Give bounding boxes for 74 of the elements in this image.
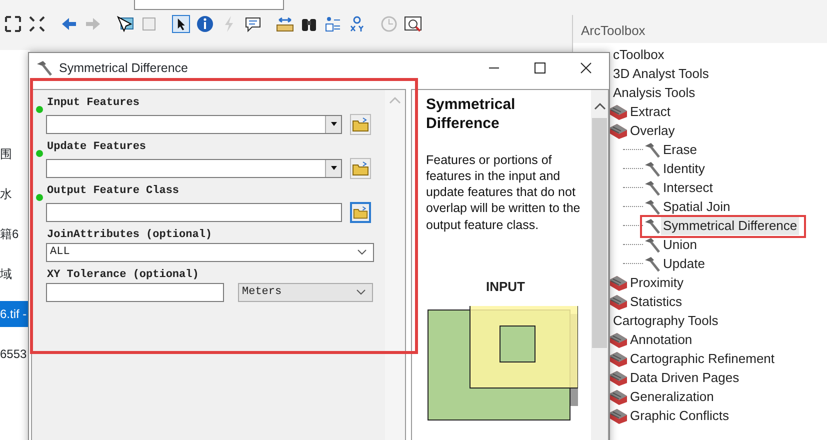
list-item[interactable]: 域 xyxy=(0,254,30,294)
back-arrow-icon[interactable] xyxy=(60,15,78,33)
tree-item[interactable]: Statistics xyxy=(628,292,684,312)
folder-icon xyxy=(352,160,369,176)
dropdown-field[interactable] xyxy=(46,114,342,134)
field-label: JoinAttributes (optional) xyxy=(47,228,212,242)
input-field[interactable] xyxy=(46,202,342,222)
tree-item[interactable]: Graphic Conflicts xyxy=(628,406,731,426)
hammer-icon xyxy=(35,59,53,77)
dropdown-field[interactable]: ALL xyxy=(46,242,374,262)
identify-icon[interactable] xyxy=(196,15,214,33)
tree-item[interactable]: Spatial Join xyxy=(661,196,732,216)
maximize-icon xyxy=(534,62,546,74)
hammer-icon xyxy=(643,140,661,158)
xy-icon[interactable] xyxy=(348,15,366,33)
tree-item[interactable]: Analysis Tools xyxy=(611,82,698,102)
hammer-icon xyxy=(643,216,661,234)
tree-item[interactable]: Identity xyxy=(661,158,707,178)
field-label: Update Features xyxy=(47,140,146,154)
tree-item[interactable]: Symmetrical Difference xyxy=(661,216,800,236)
tree-item[interactable]: Extract xyxy=(628,102,672,122)
tree-item[interactable]: Cartographic Refinement xyxy=(628,348,777,368)
hammer-icon xyxy=(643,254,661,272)
list-item[interactable]: 6553 xyxy=(0,334,30,374)
tree-item[interactable]: Generalization xyxy=(628,386,716,406)
tree-item[interactable]: Erase xyxy=(661,140,699,160)
tree-item[interactable]: Annotation xyxy=(628,330,694,350)
unit-dropdown[interactable]: Meters xyxy=(238,282,373,302)
scrollbar-thumb[interactable] xyxy=(592,118,607,348)
window-title: Symmetrical Difference xyxy=(59,60,188,77)
popup-icon[interactable] xyxy=(244,15,262,33)
tree-item[interactable]: 3D Analyst Tools xyxy=(611,64,711,84)
scroll-up-icon[interactable] xyxy=(594,102,606,110)
list-item[interactable]: 6.tif - xyxy=(0,301,30,327)
list-item[interactable]: 水 xyxy=(0,174,30,214)
chevron-icon xyxy=(356,288,366,296)
hammer-icon xyxy=(643,178,661,196)
help-text: Features or portions of features in the input and update features that do not overlap will be written to the output feature class. xyxy=(426,152,582,233)
folder-icon xyxy=(353,204,368,220)
dropdown-field[interactable] xyxy=(46,158,342,178)
hammer-icon xyxy=(643,160,661,178)
hammer-icon xyxy=(643,198,661,216)
zoom-window-icon[interactable] xyxy=(404,15,422,33)
field-label: XY Tolerance (optional) xyxy=(47,268,199,282)
browse-button[interactable] xyxy=(350,202,371,222)
tree-item[interactable]: Intersect xyxy=(661,178,715,198)
tree-item[interactable]: Cartography Tools xyxy=(611,310,720,330)
folder-icon xyxy=(352,116,369,132)
select-features-icon[interactable] xyxy=(116,15,134,33)
field-label: Input Features xyxy=(47,96,140,110)
browse-button[interactable] xyxy=(350,114,371,134)
measure-icon[interactable] xyxy=(276,15,294,33)
field-label: Output Feature Class xyxy=(47,184,180,198)
help-title: Symmetrical Difference xyxy=(426,96,516,134)
close-icon xyxy=(580,62,592,74)
tree-item[interactable]: Proximity xyxy=(628,272,686,292)
tree-item[interactable]: Overlay xyxy=(628,120,677,140)
input-field[interactable] xyxy=(46,282,224,302)
chevron-icon xyxy=(357,248,367,256)
tree-item[interactable]: Union xyxy=(661,234,699,254)
list-item[interactable]: 籍6 xyxy=(0,214,30,254)
hammer-icon xyxy=(643,236,661,254)
pointer-icon[interactable] xyxy=(172,15,190,33)
figure-label: INPUT xyxy=(485,278,526,296)
browse-button[interactable] xyxy=(350,158,371,178)
full-extent-icon[interactable] xyxy=(4,15,22,33)
zoom-extent-icon[interactable] xyxy=(28,15,46,33)
list-item[interactable]: 围 xyxy=(0,134,30,174)
route-icon[interactable] xyxy=(324,15,342,33)
tree-item[interactable]: cToolbox xyxy=(611,44,666,64)
scale-field[interactable] xyxy=(134,0,284,10)
tree-item[interactable]: Data Driven Pages xyxy=(628,368,742,388)
panel-title: ArcToolbox xyxy=(573,15,827,43)
tree-item[interactable]: Update xyxy=(661,254,707,274)
